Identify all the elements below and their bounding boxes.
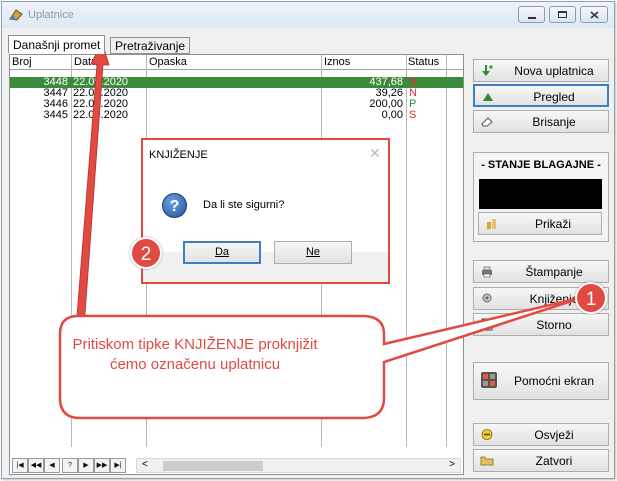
annotation-overlay bbox=[58, 40, 585, 420]
callout-text: Pritiskom tipke KNJIŽENJE proknjižit ćem… bbox=[72, 336, 318, 373]
step-badge-2: 2 bbox=[130, 237, 162, 269]
tab-danasnji-promet[interactable]: Današnji promet bbox=[8, 35, 106, 54]
red-arrow bbox=[75, 40, 110, 329]
step-badge-1: 1 bbox=[575, 282, 607, 314]
